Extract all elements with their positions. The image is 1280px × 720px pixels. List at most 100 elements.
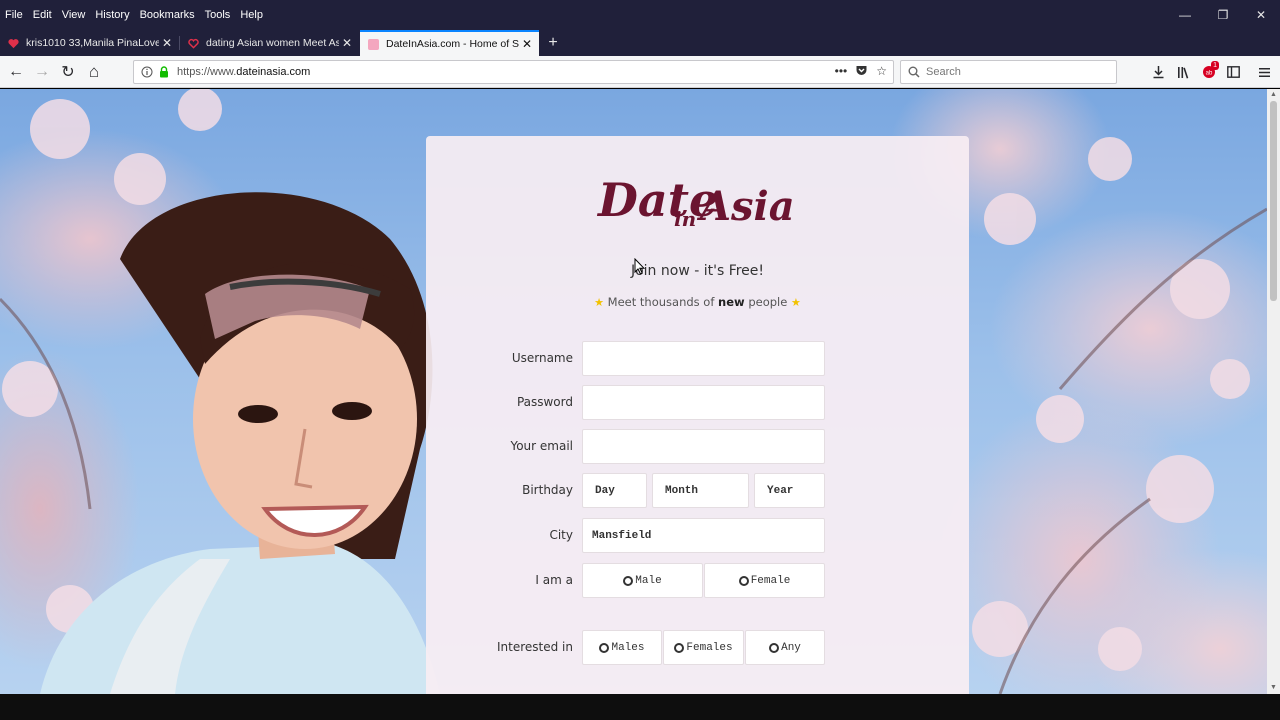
menu-file[interactable]: File [0, 9, 28, 21]
birth-month-select[interactable]: Month [652, 473, 749, 508]
menu-tools[interactable]: Tools [200, 9, 236, 21]
menu-help[interactable]: Help [235, 9, 268, 21]
male-radio[interactable]: Male [623, 574, 662, 587]
sidebar-icon[interactable] [1221, 61, 1246, 83]
interest-males-option[interactable]: Males [582, 630, 662, 665]
male-label: Male [635, 574, 662, 587]
minimize-button[interactable]: — [1166, 0, 1204, 30]
city-input[interactable] [583, 519, 824, 552]
iama-label: I am a [535, 573, 573, 587]
star-icon: ★ [594, 296, 605, 309]
url-text[interactable]: https://www.dateinasia.com [177, 66, 310, 78]
password-label: Password [516, 395, 573, 409]
gender-female-option[interactable]: Female [704, 563, 825, 598]
search-input[interactable] [926, 66, 1106, 78]
bookmark-star-icon[interactable]: ☆ [876, 64, 887, 78]
library-icon[interactable] [1171, 61, 1196, 83]
mouse-cursor-icon [634, 258, 645, 275]
birthday-label: Birthday [522, 483, 573, 497]
home-button[interactable]: ⌂ [83, 61, 105, 83]
radio-icon [738, 575, 749, 586]
city-label: City [549, 528, 573, 542]
toolbar-icons: ab 1 [1146, 61, 1277, 83]
url-host: dateinasia.com [236, 66, 311, 78]
close-window-button[interactable]: ✕ [1242, 0, 1280, 30]
page-actions-icon[interactable]: ••• [835, 64, 848, 78]
forward-button[interactable]: → [31, 61, 53, 83]
close-tab-icon[interactable]: ✕ [339, 36, 355, 50]
tab-title: dating Asian women Meet Asian [206, 37, 339, 49]
interest-females-option[interactable]: Females [663, 630, 744, 665]
address-bar[interactable]: https://www.dateinasia.com ••• ☆ [133, 60, 894, 84]
menu-history[interactable]: History [90, 9, 134, 21]
gender-male-option[interactable]: Male [582, 563, 703, 598]
url-actions: ••• ☆ [835, 64, 887, 78]
dateinasia-logo[interactable]: Date in Asia [596, 164, 806, 234]
extension-badge: 1 [1211, 61, 1219, 70]
interested-label: Interested in [497, 640, 573, 654]
menu-bookmarks[interactable]: Bookmarks [135, 9, 200, 21]
menu-bar: File Edit View History Bookmarks Tools H… [0, 0, 268, 30]
email-input[interactable] [583, 430, 824, 463]
tab-title: kris1010 33,Manila PinaLove [26, 37, 159, 49]
logo-in: in [674, 207, 696, 231]
svg-text:ab: ab [1205, 71, 1212, 77]
logo-asia: Asia [696, 183, 795, 230]
menu-view[interactable]: View [57, 9, 91, 21]
close-tab-icon[interactable]: ✕ [159, 36, 175, 50]
scroll-up-arrow-icon[interactable]: ▲ [1267, 89, 1280, 101]
taskbar-strip [0, 694, 1280, 720]
tagline: ★ Meet thousands of new people ★ [426, 295, 969, 309]
downloads-icon[interactable] [1146, 61, 1171, 83]
model-photo [40, 192, 440, 694]
tagline-start: Meet thousands of [607, 295, 715, 309]
join-headline: Join now - it's Free! [630, 263, 765, 279]
email-label: Your email [510, 439, 573, 453]
username-label: Username [511, 351, 573, 365]
tab-bar: kris1010 33,Manila PinaLove ✕ dating Asi… [0, 30, 1280, 56]
pocket-icon[interactable] [855, 64, 868, 77]
new-tab-button[interactable]: + [543, 30, 563, 56]
tagline-bold: new [718, 295, 745, 309]
email-field[interactable] [582, 429, 825, 464]
password-field[interactable] [582, 385, 825, 420]
males-radio[interactable]: Males [599, 642, 645, 654]
females-radio[interactable]: Females [674, 642, 733, 654]
navigation-toolbar: ← → ↻ ⌂ https://www.dateinasia.com ••• ☆… [0, 56, 1280, 88]
tab-dateinasia[interactable]: DateInAsia.com - Home of Sing ✕ [360, 30, 539, 56]
radio-icon [769, 642, 780, 653]
username-input[interactable] [583, 342, 824, 375]
username-field[interactable] [582, 341, 825, 376]
lock-icon[interactable] [159, 66, 169, 78]
radio-icon [599, 642, 610, 653]
search-bar[interactable] [900, 60, 1117, 84]
close-tab-icon[interactable]: ✕ [519, 37, 535, 51]
city-field[interactable] [582, 518, 825, 553]
restore-button[interactable]: ❐ [1204, 0, 1242, 30]
info-icon[interactable] [141, 66, 153, 78]
page-scrollbar[interactable]: ▲ ▼ [1267, 89, 1280, 694]
birth-day-select[interactable]: Day [582, 473, 647, 508]
tab-asiandating[interactable]: dating Asian women Meet Asian ✕ [180, 30, 359, 56]
password-input[interactable] [583, 386, 824, 419]
tab-pinalove[interactable]: kris1010 33,Manila PinaLove ✕ [0, 30, 179, 56]
day-value: Day [595, 484, 615, 497]
female-label: Female [750, 574, 791, 587]
menu-edit[interactable]: Edit [28, 9, 57, 21]
back-button[interactable]: ← [5, 61, 27, 83]
url-scheme: https://www. [177, 66, 237, 78]
interest-any-option[interactable]: Any [745, 630, 825, 665]
signup-card: Date in Asia Join now - it's Free! ★ Mee… [426, 136, 969, 694]
any-radio[interactable]: Any [769, 642, 801, 654]
scroll-down-arrow-icon[interactable]: ▼ [1267, 682, 1280, 694]
search-icon [908, 66, 920, 78]
hamburger-menu-icon[interactable] [1252, 61, 1277, 83]
title-bar: File Edit View History Bookmarks Tools H… [0, 0, 1280, 30]
female-radio[interactable]: Female [738, 574, 791, 587]
reload-button[interactable]: ↻ [57, 61, 79, 83]
birth-year-select[interactable]: Year [754, 473, 825, 508]
extension-icon[interactable]: ab 1 [1196, 61, 1221, 83]
site-favicon-icon [368, 38, 379, 50]
heart-icon [8, 38, 19, 48]
scrollbar-thumb[interactable] [1270, 101, 1277, 301]
